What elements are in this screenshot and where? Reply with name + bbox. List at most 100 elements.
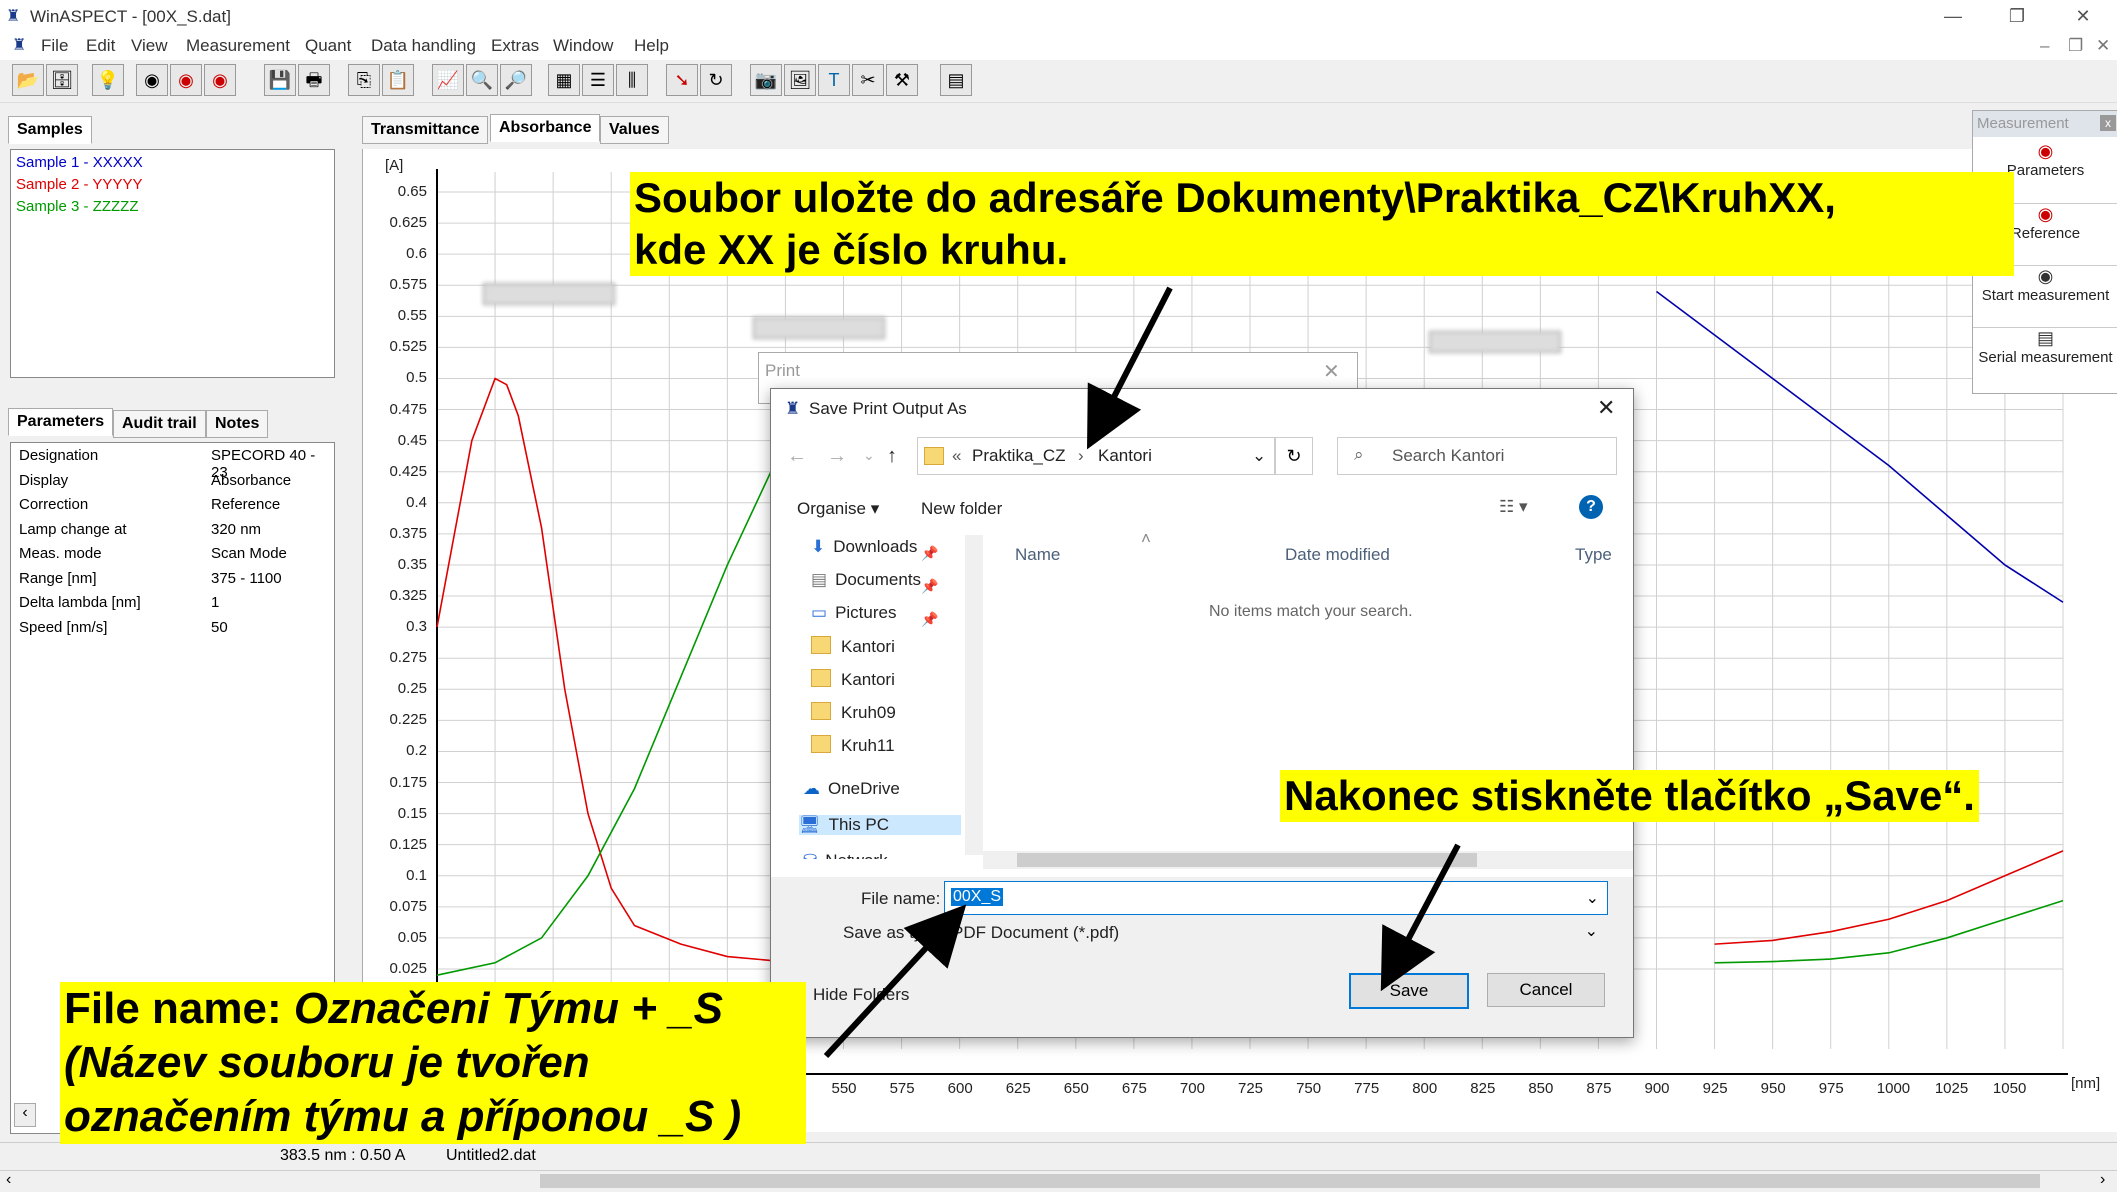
panel-close-button[interactable]: x: [2100, 115, 2116, 131]
hide-folders-button[interactable]: Hide Folders: [813, 985, 909, 1005]
camera-icon[interactable]: ◉: [136, 64, 168, 96]
copy-icon[interactable]: ⎘: [348, 64, 380, 96]
main-scroll-left-icon[interactable]: ‹: [6, 1171, 11, 1189]
new-folder-button[interactable]: New folder: [921, 499, 1002, 519]
save-type-dropdown-icon[interactable]: ⌄: [1585, 921, 1598, 941]
measure-red2-icon[interactable]: ◉: [204, 64, 236, 96]
open-icon[interactable]: 📂: [12, 64, 44, 96]
menu-data-handling[interactable]: Data handling: [371, 36, 476, 56]
sample-item-2[interactable]: Sample 2 - YYYYY: [16, 176, 142, 193]
save-type-select[interactable]: PDF Document (*.pdf) ⌄: [944, 915, 1606, 947]
sample-item-3[interactable]: Sample 3 - ZZZZZ: [16, 198, 139, 215]
tab-audit-trail[interactable]: Audit trail: [113, 410, 206, 438]
menu-measurement[interactable]: Measurement: [186, 36, 290, 56]
nav-documents[interactable]: ▤ Documents: [811, 570, 921, 590]
table-icon[interactable]: ▤: [940, 64, 972, 96]
main-scroll-right-icon[interactable]: ›: [2100, 1171, 2105, 1189]
child-minimize-button[interactable]: –: [2040, 36, 2049, 56]
nav-kantori-1[interactable]: Kantori: [811, 636, 895, 657]
print-icon[interactable]: 🖶: [298, 64, 330, 96]
tab-values[interactable]: Values: [600, 116, 669, 144]
menu-file[interactable]: File: [41, 36, 68, 56]
nav-downloads[interactable]: ⬇ Downloads: [811, 537, 917, 557]
zoom-in-icon[interactable]: 🔍: [466, 64, 498, 96]
dialog-close-icon[interactable]: ✕: [1597, 395, 1615, 421]
menu-window[interactable]: Window: [553, 36, 613, 56]
recent-chevron-icon[interactable]: ⌄: [863, 447, 875, 464]
nav-pictures[interactable]: ▭ Pictures: [811, 603, 896, 623]
help-icon[interactable]: ?: [1579, 495, 1603, 519]
paste-icon[interactable]: 📋: [382, 64, 414, 96]
nav-onedrive[interactable]: ☁ OneDrive: [803, 779, 900, 799]
nav-kruh09[interactable]: Kruh09: [811, 702, 896, 723]
measure-red-icon[interactable]: ◉: [170, 64, 202, 96]
tab-samples[interactable]: Samples: [8, 116, 92, 144]
breadcrumb-praktika[interactable]: Praktika_CZ: [972, 446, 1066, 466]
graph-icon[interactable]: 📈: [432, 64, 464, 96]
menu-view[interactable]: View: [131, 36, 168, 56]
nav-kruh11[interactable]: Kruh11: [811, 735, 895, 756]
back-icon[interactable]: ←: [787, 445, 807, 468]
save-icon[interactable]: 💾: [264, 64, 296, 96]
lamp-icon[interactable]: 💡: [92, 64, 124, 96]
file-name-input[interactable]: 00X_S ⌄: [944, 881, 1608, 915]
scroll-left-button[interactable]: ‹: [14, 1103, 36, 1127]
sample-item-1[interactable]: Sample 1 - XXXXX: [16, 154, 143, 171]
text-icon[interactable]: T: [818, 64, 850, 96]
menu-extras[interactable]: Extras: [491, 36, 539, 56]
address-dropdown-icon[interactable]: ⌄: [1252, 446, 1266, 466]
grid-icon[interactable]: ▦: [548, 64, 580, 96]
main-h-scrollbar[interactable]: ‹ ›: [0, 1170, 2117, 1192]
y-tick-label: 0.45: [397, 431, 427, 449]
child-close-button[interactable]: ✕: [2096, 36, 2110, 56]
menu-help[interactable]: Help: [634, 36, 669, 56]
save-button[interactable]: Save: [1349, 973, 1469, 1009]
col-type[interactable]: Type: [1575, 545, 1612, 565]
tool-icon[interactable]: ⚒: [886, 64, 918, 96]
view-options-icon[interactable]: ☷ ▾: [1499, 497, 1528, 517]
doc-icon[interactable]: ♜: [12, 35, 26, 55]
print-close-icon[interactable]: ✕: [1323, 359, 1340, 384]
tab-transmittance[interactable]: Transmittance: [362, 116, 489, 144]
cancel-button[interactable]: Cancel: [1487, 973, 1605, 1007]
close-button[interactable]: ✕: [2060, 2, 2106, 30]
hlines-icon[interactable]: ☰: [582, 64, 614, 96]
menu-quant[interactable]: Quant: [305, 36, 351, 56]
refresh-button[interactable]: ↻: [1275, 437, 1313, 475]
main-scroll-thumb[interactable]: [540, 1174, 2040, 1188]
database-icon[interactable]: 🗄: [46, 64, 78, 96]
app-icon[interactable]: ♜: [6, 6, 24, 26]
forward-icon[interactable]: →: [827, 445, 847, 468]
address-bar[interactable]: « Praktika_CZ › Kantori ⌄: [917, 437, 1275, 475]
h-scrollbar[interactable]: [983, 851, 1633, 869]
vlines-icon[interactable]: ⫼: [616, 64, 648, 96]
file-name-dropdown-icon[interactable]: ⌄: [1586, 888, 1599, 908]
nav-this-pc[interactable]: 🖥 This PC: [799, 815, 961, 835]
x-tick-label: 825: [1470, 1080, 1496, 1097]
h-scrollbar-thumb[interactable]: [1017, 853, 1477, 867]
cursor-icon[interactable]: ➘: [666, 64, 698, 96]
up-icon[interactable]: ↑: [887, 445, 897, 468]
nav-network[interactable]: ⛁Network: [803, 851, 888, 859]
camera2-icon[interactable]: 📷: [750, 64, 782, 96]
nav-scrollbar[interactable]: [965, 535, 983, 855]
refresh-icon[interactable]: ↻: [700, 64, 732, 96]
col-name[interactable]: Name: [1015, 545, 1060, 565]
tab-notes[interactable]: Notes: [206, 410, 269, 438]
tab-absorbance[interactable]: Absorbance: [490, 114, 601, 142]
serial-measurement-button[interactable]: ▤ Serial measurement: [1973, 327, 2117, 366]
cut-icon[interactable]: ✂: [852, 64, 884, 96]
child-restore-button[interactable]: ❐: [2068, 36, 2083, 56]
menu-edit[interactable]: Edit: [86, 36, 115, 56]
minimize-button[interactable]: —: [1930, 2, 1976, 30]
search-box[interactable]: ⌕ Search Kantori: [1337, 437, 1617, 475]
breadcrumb-kantori[interactable]: Kantori: [1098, 446, 1152, 466]
x-tick-label: 800: [1412, 1080, 1438, 1097]
col-date-modified[interactable]: Date modified: [1285, 545, 1390, 565]
nav-kantori-2[interactable]: Kantori: [811, 669, 895, 690]
organise-button[interactable]: Organise ▾: [797, 499, 879, 519]
restore-button[interactable]: ❐: [1994, 2, 2040, 30]
tab-parameters[interactable]: Parameters: [8, 408, 114, 436]
image-icon[interactable]: 🖼: [784, 64, 816, 96]
zoom-out-icon[interactable]: 🔎: [500, 64, 532, 96]
